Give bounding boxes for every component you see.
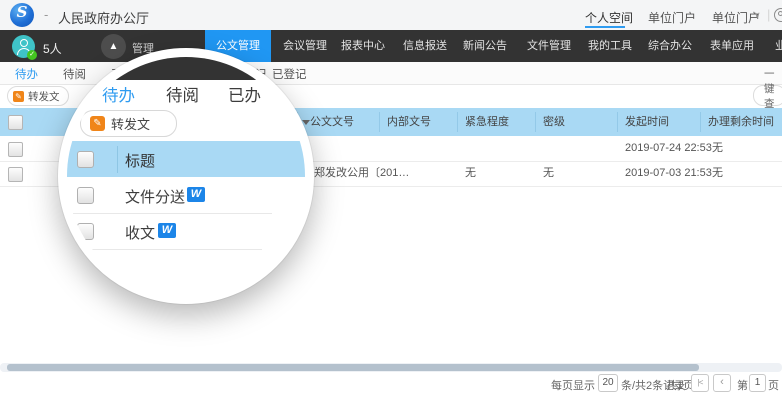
subtab-daiban[interactable]: 待办: [15, 66, 38, 82]
col-header-urgency[interactable]: 紧急程度: [465, 108, 509, 136]
select-all-checkbox[interactable]: [8, 115, 23, 130]
cell-start-time: 2019-07-24 22:53: [625, 136, 712, 161]
magnified-forward-doc-button[interactable]: ✎ 转发文: [80, 110, 177, 137]
nav-tab-xinwen[interactable]: 新闻公告: [463, 30, 507, 62]
title-dash: -: [44, 7, 48, 22]
per-page-label: 每页显示: [551, 377, 595, 393]
nav-tab-gongju[interactable]: 我的工具: [588, 30, 632, 62]
magnifier-lens: 待办 待阅 已办 ✎ 转发文 标题 文件分送 W 收文 W: [58, 48, 314, 304]
doc-edit-icon: ✎: [13, 91, 24, 102]
app-window: S - 人民政府办公厅 个人空间 单位门户 单位门户 ∨ | ✓ 5人 ▲ 管理…: [0, 0, 782, 400]
chevron-down-icon[interactable]: ∨: [754, 10, 761, 21]
magnified-table-header: [58, 141, 314, 177]
org-logo-icon: S: [10, 3, 34, 27]
first-page-button[interactable]: |<: [691, 374, 709, 392]
magnified-select-all-checkbox[interactable]: [77, 151, 94, 168]
magnified-subtab-daiyue[interactable]: 待阅: [166, 82, 199, 106]
page-number-suffix: 页: [768, 377, 779, 393]
magnified-title-header: 标题: [125, 150, 155, 171]
magnified-row-label[interactable]: 收文: [125, 222, 155, 243]
per-page-input[interactable]: 20: [598, 374, 618, 392]
forward-doc-label: 转发文: [28, 89, 60, 104]
col-header-internal-no[interactable]: 内部文号: [387, 108, 431, 136]
prev-page-button[interactable]: ‹: [713, 374, 731, 392]
nav-tab-xinxi[interactable]: 信息报送: [403, 30, 447, 62]
active-link-underline: [585, 26, 625, 28]
online-check-icon: ✓: [27, 50, 37, 60]
cell-start-time: 2019-07-03 21:53: [625, 161, 712, 186]
horizontal-scrollbar-thumb[interactable]: [7, 364, 699, 371]
user-avatar[interactable]: ✓: [12, 35, 35, 58]
forward-doc-button[interactable]: ✎ 转发文: [7, 86, 69, 106]
cell-urgency: 无: [465, 161, 476, 186]
cell-doc-no: 郑发改公用〔201…: [314, 161, 409, 186]
nav-tab-baobiao[interactable]: 报表中心: [341, 30, 385, 62]
magnified-nav-strip: [67, 57, 305, 80]
magnified-forward-label: 转发文: [111, 114, 150, 133]
cell-remaining: 无: [712, 136, 723, 161]
nav-tab-biaodan[interactable]: 表单应用: [710, 30, 754, 62]
row-checkbox[interactable]: [8, 167, 23, 182]
word-file-icon: W: [187, 187, 205, 202]
avatar-person-icon: [20, 39, 28, 47]
link-personal-space[interactable]: 个人空间: [585, 9, 633, 26]
nav-tab-wenjian[interactable]: 文件管理: [527, 30, 571, 62]
nav-tab-zonghe[interactable]: 综合办公: [648, 30, 692, 62]
org-title: 人民政府办公厅: [58, 8, 149, 27]
link-unit-portal-2[interactable]: 单位门户: [712, 9, 760, 26]
page-number-input[interactable]: 1: [749, 374, 766, 392]
magnified-subtab-daiban[interactable]: 待办: [102, 82, 135, 106]
word-file-icon: W: [158, 223, 176, 238]
col-header-start-time[interactable]: 发起时间: [625, 108, 669, 136]
col-header-remaining[interactable]: 办理剩余时间: [708, 108, 774, 136]
app-logo-icon[interactable]: ▲: [101, 34, 126, 59]
magnified-row-checkbox[interactable]: [77, 187, 94, 204]
magnified-row-checkbox[interactable]: [77, 223, 94, 240]
total-pages-label: 共1页: [666, 377, 694, 393]
user-profile-icon[interactable]: [774, 8, 782, 22]
page-number-prefix: 第: [737, 377, 748, 393]
cell-secrecy: 无: [543, 161, 554, 186]
topbar-divider: |: [767, 7, 770, 22]
col-header-secrecy[interactable]: 密级: [543, 108, 565, 136]
magnified-row-label[interactable]: 文件分送: [125, 186, 185, 207]
row-checkbox[interactable]: [8, 142, 23, 157]
online-user-count[interactable]: 5人: [43, 40, 62, 57]
query-button[interactable]: 一键查询: [753, 85, 782, 106]
link-unit-portal-1[interactable]: 单位门户: [648, 9, 696, 26]
col-header-doc-no[interactable]: 公文文号: [310, 108, 354, 136]
nav-tab-clipped[interactable]: 业: [775, 30, 782, 62]
doc-edit-icon: ✎: [90, 116, 105, 131]
cell-remaining: 无: [712, 161, 723, 186]
magnified-subtab-yiban[interactable]: 已办: [228, 82, 261, 106]
